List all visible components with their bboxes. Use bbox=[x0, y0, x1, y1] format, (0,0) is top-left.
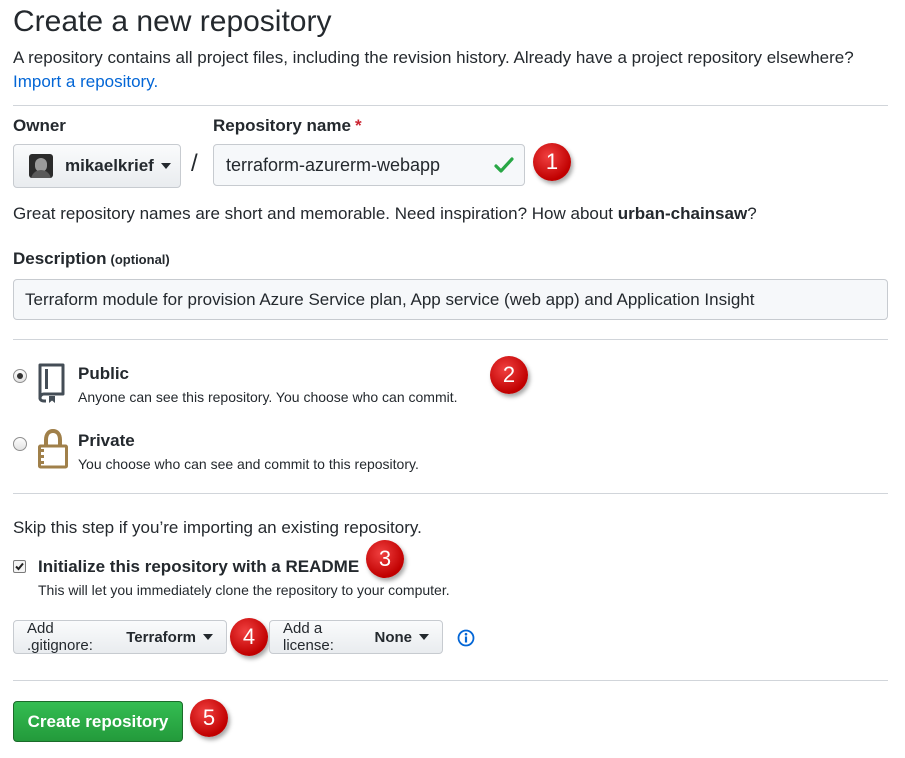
public-radio[interactable] bbox=[13, 369, 27, 383]
repo-name-label: Repository name * bbox=[213, 116, 362, 136]
annotation-badge-2: 2 bbox=[490, 356, 528, 394]
gitignore-prefix: Add .gitignore: bbox=[27, 620, 93, 654]
divider bbox=[13, 339, 888, 340]
description-value: Terraform module for provision Azure Ser… bbox=[25, 289, 755, 309]
repo-name-label-text: Repository name bbox=[213, 116, 351, 135]
avatar bbox=[29, 154, 53, 178]
readme-checkbox[interactable] bbox=[13, 560, 26, 573]
license-prefix: Add a license: bbox=[283, 620, 334, 654]
chevron-down-icon bbox=[419, 634, 429, 640]
gitignore-select-button[interactable]: Add .gitignore: Terraform bbox=[13, 620, 227, 654]
check-icon bbox=[494, 157, 514, 173]
info-icon[interactable] bbox=[457, 629, 475, 647]
license-value: None bbox=[374, 628, 413, 646]
chevron-down-icon bbox=[160, 163, 171, 169]
hint-end: ? bbox=[747, 204, 757, 223]
divider bbox=[13, 493, 888, 494]
description-input[interactable]: Terraform module for provision Azure Ser… bbox=[13, 279, 888, 320]
repository-name-value: terraform-azurerm-webapp bbox=[226, 154, 441, 175]
readme-description: This will let you immediately clone the … bbox=[38, 582, 450, 598]
optional-tag: (optional) bbox=[110, 252, 170, 267]
annotation-badge-5: 5 bbox=[190, 699, 228, 737]
suggested-name[interactable]: urban-chainsaw bbox=[618, 204, 747, 223]
import-repository-link[interactable]: Import a repository. bbox=[13, 72, 158, 92]
readme-label[interactable]: Initialize this repository with a README bbox=[38, 557, 359, 577]
private-radio[interactable] bbox=[13, 437, 27, 451]
divider bbox=[13, 105, 888, 106]
chevron-down-icon bbox=[203, 634, 213, 640]
checkbox-check-icon bbox=[15, 562, 24, 571]
skip-step-note: Skip this step if you’re importing an ex… bbox=[13, 518, 422, 537]
public-description: Anyone can see this repository. You choo… bbox=[78, 389, 458, 405]
lock-icon bbox=[38, 428, 68, 469]
owner-repo-separator: / bbox=[191, 150, 198, 177]
create-repository-button[interactable]: Create repository bbox=[13, 701, 183, 742]
private-label: Private bbox=[78, 431, 135, 450]
owner-select-button[interactable]: mikaelkrief bbox=[13, 144, 181, 188]
private-description: You choose who can see and commit to thi… bbox=[78, 456, 419, 472]
annotation-badge-1: 1 bbox=[533, 143, 571, 181]
gitignore-value: Terraform bbox=[126, 628, 196, 646]
owner-label: Owner bbox=[13, 116, 66, 135]
public-label: Public bbox=[78, 364, 130, 383]
hint-text: Great repository names are short and mem… bbox=[13, 204, 618, 223]
repo-book-icon bbox=[38, 363, 65, 403]
required-mark: * bbox=[354, 116, 362, 135]
repository-name-input[interactable]: terraform-azurerm-webapp bbox=[213, 144, 525, 186]
name-suggestion-hint: Great repository names are short and mem… bbox=[13, 204, 757, 224]
description-label: Description (optional) bbox=[13, 249, 170, 269]
owner-name: mikaelkrief bbox=[65, 156, 154, 175]
annotation-badge-3: 3 bbox=[366, 540, 404, 578]
divider bbox=[13, 680, 888, 681]
license-select-button[interactable]: Add a license: None bbox=[269, 620, 443, 654]
annotation-badge-4: 4 bbox=[230, 618, 268, 656]
page-title: Create a new repository bbox=[13, 5, 332, 38]
page-subtitle: A repository contains all project files,… bbox=[13, 48, 854, 67]
description-label-text: Description bbox=[13, 249, 107, 268]
